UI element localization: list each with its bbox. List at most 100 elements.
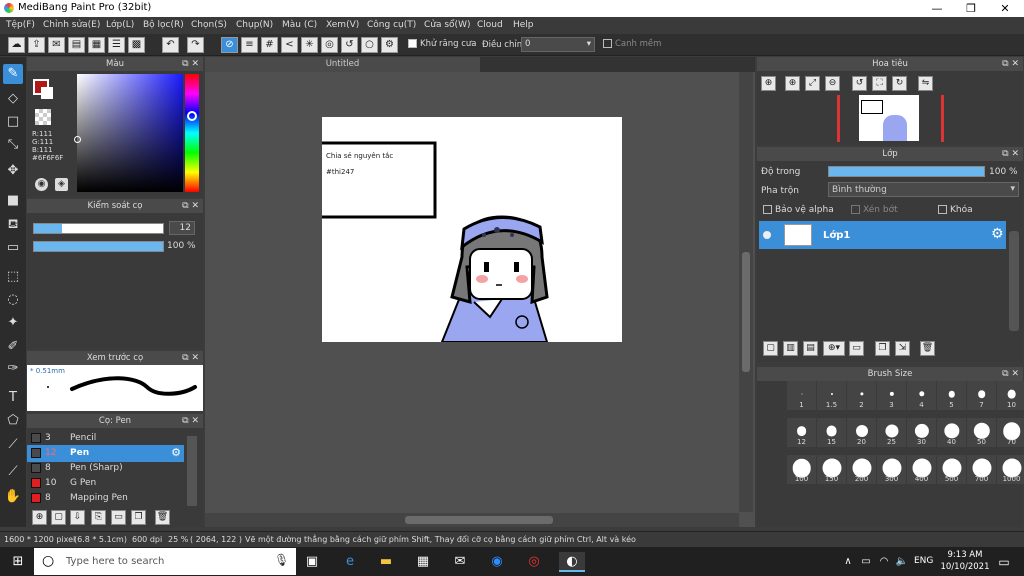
minimize-button[interactable]: — — [920, 0, 954, 17]
fill-rect-icon[interactable]: ■ — [3, 191, 23, 211]
clock-time[interactable]: 9:13 AM — [945, 550, 985, 560]
brush-size-option[interactable]: 4 — [907, 381, 936, 410]
antialias-checkbox[interactable] — [408, 39, 417, 48]
eye-icon[interactable] — [763, 231, 771, 239]
zoom-out-icon[interactable]: ⊖ — [825, 76, 840, 91]
folder-icon[interactable]: ▭ — [849, 341, 864, 356]
panel-close-icon[interactable]: ⧉ ✕ — [1002, 367, 1019, 381]
cloud-icon[interactable]: ☁ — [8, 37, 25, 53]
close-button[interactable]: ✕ — [988, 0, 1022, 17]
panel-close-icon[interactable]: ⧉ ✕ — [182, 351, 199, 365]
brush-size-option[interactable]: 40 — [937, 418, 966, 447]
menu-snap[interactable]: Chụp(N) — [236, 20, 273, 30]
chat-icon[interactable]: ✉ — [48, 37, 65, 53]
brush-size-value[interactable]: 12 — [169, 221, 195, 235]
brush-size-option[interactable]: 150 — [817, 455, 846, 484]
brush-size-option[interactable]: 400 — [907, 455, 936, 484]
add-brush-icon[interactable]: ⊕ — [32, 510, 47, 525]
comment-icon[interactable]: ▤ — [68, 37, 85, 53]
palette-icon[interactable]: ◉ — [35, 178, 48, 191]
background-color-swatch[interactable] — [41, 87, 53, 99]
transparent-swatch[interactable] — [35, 109, 51, 125]
list-icon[interactable]: ☰ — [108, 37, 125, 53]
protect-alpha-checkbox[interactable] — [763, 205, 772, 214]
gradient-tool-icon[interactable]: ▭ — [3, 238, 23, 258]
panel-close-icon[interactable]: ⧉ ✕ — [182, 414, 199, 428]
chevron-up-icon[interactable]: ∧ — [838, 552, 858, 572]
brush-size-option[interactable]: 20 — [847, 418, 876, 447]
brush-size-option[interactable]: 700 — [967, 455, 996, 484]
circle-snap-icon[interactable]: ◎ — [321, 37, 338, 53]
menu-cloud[interactable]: Cloud — [477, 20, 503, 30]
brush-size-option[interactable]: 10 — [997, 381, 1024, 410]
hand-tool-icon[interactable]: ✋ — [3, 487, 23, 507]
merge-layer-icon[interactable]: ⇲ — [895, 341, 910, 356]
upload-icon[interactable]: ⇪ — [28, 37, 45, 53]
color-saturation-field[interactable] — [77, 74, 183, 192]
undo-icon[interactable]: ↶ — [162, 37, 179, 53]
blend-mode-dropdown[interactable]: Bình thường ▾ — [828, 182, 1019, 197]
panel-close-icon[interactable]: ⧉ ✕ — [1002, 57, 1019, 71]
flip-icon[interactable]: ⇋ — [918, 76, 933, 91]
new-brush-icon[interactable]: ▢ — [51, 510, 66, 525]
brush-list-scrollbar[interactable] — [187, 436, 197, 506]
redo-icon[interactable]: ↷ — [187, 37, 204, 53]
snap-off-icon[interactable]: ⊘ — [221, 37, 238, 53]
vertical-scrollbar[interactable] — [739, 72, 753, 512]
brush-size-slider[interactable] — [33, 223, 164, 234]
hue-handle[interactable] — [187, 111, 197, 121]
brush-size-option[interactable]: 50 — [967, 418, 996, 447]
brush-size-option[interactable]: 70 — [997, 418, 1024, 447]
mail-icon[interactable]: ✉ — [450, 552, 470, 572]
layer-opacity-slider[interactable] — [828, 166, 985, 177]
magic-wand-icon[interactable]: ✦ — [3, 313, 23, 333]
bucket-tool-icon[interactable]: ⛾ — [3, 215, 23, 235]
rect-tool-icon[interactable]: □ — [3, 112, 23, 132]
brush-size-option[interactable]: 5 — [937, 381, 966, 410]
menu-tools[interactable]: Công cụ(T) — [367, 20, 416, 30]
move-tool-icon[interactable]: ✥ — [3, 161, 23, 181]
color-picker-icon[interactable]: ◈ — [55, 178, 68, 191]
brush-size-option[interactable]: 100 — [787, 455, 816, 484]
menu-edit[interactable]: Chỉnh sửa(E) — [43, 20, 100, 30]
layer-scrollbar[interactable] — [1009, 231, 1019, 331]
input-language[interactable]: ENG — [914, 556, 933, 566]
snap-soft-checkbox[interactable] — [603, 39, 612, 48]
new-8bit-layer-icon[interactable]: ▤ — [803, 341, 818, 356]
select-eraser-icon[interactable]: ✑ — [3, 359, 23, 379]
rotate-left-icon[interactable]: ↺ — [852, 76, 867, 91]
chrome-icon[interactable]: ◎ — [524, 552, 544, 572]
eraser-tool-icon[interactable]: ◇ — [3, 89, 23, 109]
document-icon[interactable]: ▦ — [88, 37, 105, 53]
brush-item[interactable]: 8 Mapping Pen — [27, 490, 184, 507]
zoom-fit-icon[interactable]: ⊕ — [785, 76, 800, 91]
layer-row-lop1[interactable]: Lớp1 ⚙ — [759, 221, 1006, 249]
menu-window[interactable]: Cửa sổ(W) — [424, 20, 470, 30]
pipette-icon[interactable]: ⟋ — [3, 462, 23, 482]
lock-checkbox[interactable] — [938, 205, 947, 214]
brush-opacity-slider[interactable] — [33, 241, 164, 252]
clock-date[interactable]: 10/10/2021 — [939, 562, 991, 572]
duplicate-icon[interactable]: ❐ — [131, 510, 146, 525]
menu-file[interactable]: Tệp(F) — [6, 20, 35, 30]
volume-icon[interactable]: 🔈 — [892, 552, 912, 572]
canvas-area[interactable]: Chia sẻ nguyên tắc #thi247 — [205, 72, 755, 527]
brush-size-option[interactable]: 15 — [817, 418, 846, 447]
brush-tool-icon[interactable]: ✎ — [3, 64, 23, 84]
panel-close-icon[interactable]: ⧉ ✕ — [1002, 147, 1019, 161]
menu-view[interactable]: Xem(V) — [326, 20, 359, 30]
import-brush-icon[interactable]: ⇩ — [70, 510, 85, 525]
brush-size-option[interactable]: 12 — [787, 418, 816, 447]
trash-icon[interactable]: 🗑 — [920, 341, 935, 356]
curve-snap-icon[interactable]: ↺ — [341, 37, 358, 53]
reset-view-icon[interactable]: ⛶ — [872, 76, 887, 91]
zoom-in-icon[interactable]: ⊕ — [761, 76, 776, 91]
network-icon[interactable]: ▭ — [856, 552, 876, 572]
zoom-app-icon[interactable]: ◉ — [487, 552, 507, 572]
select-pen-icon[interactable]: ✐ — [3, 337, 23, 357]
rotate-right-icon[interactable]: ↻ — [892, 76, 907, 91]
clipping-checkbox[interactable] — [851, 205, 860, 214]
eyedropper-icon[interactable]: ⟋ — [3, 435, 23, 455]
dot-tool-icon[interactable]: ⤡ — [3, 135, 23, 155]
microphone-icon[interactable]: 🎙 — [274, 553, 289, 567]
